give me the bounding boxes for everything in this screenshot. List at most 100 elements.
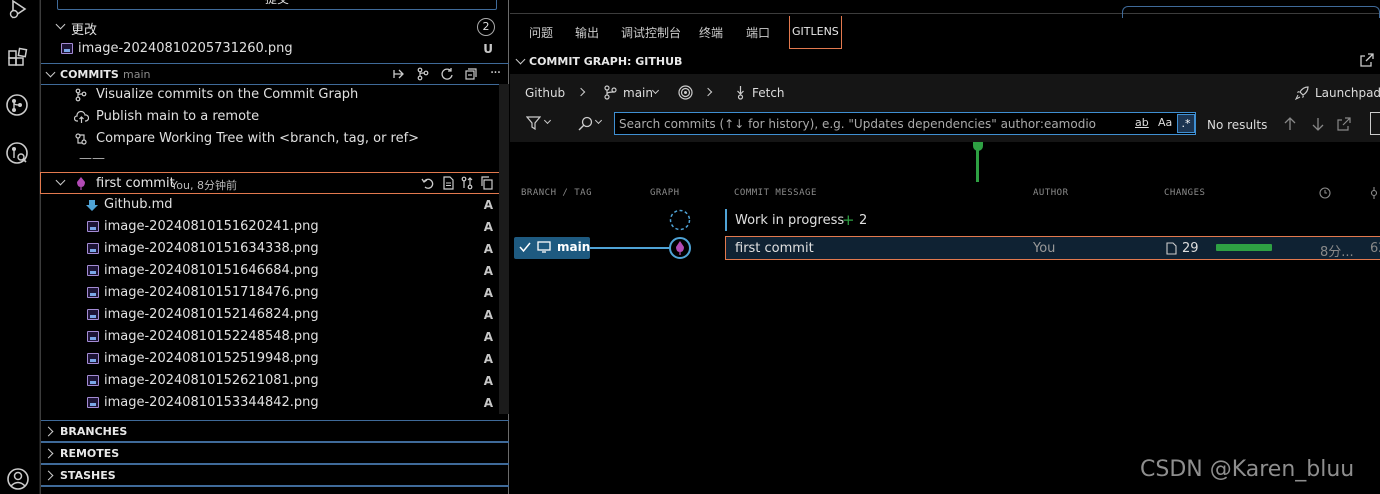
watermark: CSDN @Karen_bluu	[1140, 457, 1355, 482]
wip-row[interactable]: Work in progress + 2	[510, 208, 1380, 232]
commit-graph-icon[interactable]	[415, 66, 431, 82]
search-input-box[interactable]: Search commits (↑↓ for history), e.g. "U…	[614, 112, 1196, 135]
tab-problems[interactable]: 问题	[529, 24, 553, 41]
row-sha: 62	[1370, 241, 1380, 256]
commit-graph-header[interactable]: COMMIT GRAPH: GITHUB	[510, 51, 1380, 71]
tab-ports[interactable]: 端口	[746, 24, 770, 41]
visualize-commits-action[interactable]: Visualize commits on the Commit Graph	[41, 84, 509, 106]
toolbar-overflow-edge	[1370, 112, 1380, 135]
source-control-icon[interactable]	[4, 92, 30, 118]
changes-header[interactable]: 更改 2	[41, 16, 509, 38]
check-icon	[518, 240, 532, 254]
commit-file-row[interactable]: image-20240810151718476.png A	[41, 282, 509, 304]
account-icon[interactable]	[5, 466, 31, 492]
commit-file-row[interactable]: image-20240810151634338.png A	[41, 238, 509, 260]
more-actions-icon[interactable]: ···	[487, 65, 503, 81]
action-label: Visualize commits on the Commit Graph	[96, 87, 359, 102]
image-file-icon	[87, 265, 99, 276]
commit-node-icon	[669, 237, 691, 259]
open-in-editor-icon[interactable]	[1359, 52, 1375, 68]
refresh-icon[interactable]	[439, 66, 455, 82]
arrow-up-icon[interactable]	[1282, 116, 1298, 132]
revert-icon[interactable]	[419, 175, 435, 191]
editor-widget-edge	[1122, 6, 1380, 18]
search-input[interactable]: Search commits (↑↓ for history), e.g. "U…	[619, 117, 1096, 131]
branch-pill-label: main	[557, 240, 591, 254]
commit-file-row[interactable]: image-20240810152146824.png A	[41, 304, 509, 326]
separator: ——	[41, 150, 509, 172]
commit-file-row[interactable]: Github.md A	[41, 194, 509, 216]
separator-text: ——	[79, 151, 105, 166]
tab-output[interactable]: 输出	[575, 24, 599, 41]
col-author[interactable]: AUTHOR	[1033, 188, 1069, 198]
commit-button[interactable]: 提交	[57, 0, 497, 10]
compare-commit-icon[interactable]	[459, 175, 475, 191]
stashes-section-header[interactable]: STASHES	[41, 464, 509, 486]
graph-toolbar: Github main Fetch Launchpad Search commi…	[510, 74, 1380, 142]
minimap-marker	[976, 146, 979, 182]
file-name: image-20240810152621081.png	[104, 373, 319, 388]
commit-row-main[interactable]: main first commit You 29 8分... 62	[510, 236, 1380, 260]
file-name: image-20240810152519948.png	[104, 351, 319, 366]
commit-row-first-commit[interactable]: first commit You, 8分钟前	[40, 172, 508, 194]
match-case-toggle[interactable]: Aa	[1158, 116, 1172, 129]
remotes-section-header[interactable]: REMOTES	[41, 442, 509, 464]
fetch-button[interactable]: Fetch	[752, 86, 785, 100]
launchpad-button[interactable]: Launchpad	[1315, 86, 1380, 100]
compare-working-tree-action[interactable]: Compare Working Tree with <branch, tag, …	[41, 128, 509, 150]
run-debug-icon[interactable]	[6, 0, 32, 22]
col-graph[interactable]: GRAPH	[650, 188, 680, 198]
switch-branch-icon[interactable]	[391, 66, 407, 82]
open-file-icon[interactable]	[440, 175, 456, 191]
commit-avatar-icon	[74, 176, 88, 190]
commit-sha-icon[interactable]	[1368, 186, 1380, 200]
match-whole-word-toggle[interactable]: ab	[1135, 116, 1149, 129]
image-file-icon	[87, 375, 99, 386]
remotes-title: REMOTES	[60, 447, 120, 460]
scrollbar[interactable]	[499, 84, 509, 414]
image-file-icon	[87, 331, 99, 342]
branch-selector[interactable]: main	[623, 86, 653, 100]
commit-meta: You, 8分钟前	[171, 179, 237, 192]
file-status: A	[483, 396, 493, 410]
filter-icon[interactable]	[525, 115, 541, 131]
regex-toggle[interactable]: .*	[1177, 114, 1195, 133]
changes-bar	[1216, 244, 1272, 251]
tab-gitlens[interactable]: GITLENS	[789, 16, 842, 49]
extensions-icon[interactable]	[5, 46, 31, 72]
clock-icon[interactable]	[1318, 186, 1332, 200]
chevron-down-icon	[651, 86, 660, 95]
search-icon[interactable]	[577, 115, 593, 131]
file-name: image-20240810153344842.png	[104, 395, 319, 410]
commit-file-row[interactable]: image-20240810152248548.png A	[41, 326, 509, 348]
collapse-all-icon[interactable]	[463, 66, 479, 82]
commit-file-row[interactable]: image-20240810151620241.png A	[41, 216, 509, 238]
col-branch-tag[interactable]: BRANCH / TAG	[521, 188, 592, 198]
chevron-down-icon	[543, 116, 552, 125]
changes-file-row[interactable]: image-20240810205731260.png U	[41, 38, 509, 60]
tab-terminal[interactable]: 终端	[699, 24, 723, 41]
file-name: image-20240810205731260.png	[78, 41, 293, 56]
commits-title: COMMITS	[60, 68, 119, 81]
open-results-icon[interactable]	[1336, 116, 1352, 132]
remote-target-icon[interactable]	[677, 84, 693, 100]
commit-file-row[interactable]: image-20240810151646684.png A	[41, 260, 509, 282]
row-author: You	[1033, 241, 1056, 256]
branch-pill[interactable]: main	[514, 237, 590, 259]
arrow-down-icon[interactable]	[1310, 116, 1326, 132]
commit-file-row[interactable]: image-20240810152519948.png A	[41, 348, 509, 370]
repo-selector[interactable]: Github	[525, 86, 565, 100]
commits-section-header[interactable]: COMMITS main ···	[41, 63, 509, 85]
branches-section-header[interactable]: BRANCHES	[41, 420, 509, 442]
publish-branch-action[interactable]: Publish main to a remote	[41, 106, 509, 128]
col-commit-message[interactable]: COMMIT MESSAGE	[734, 188, 817, 198]
row-date: 8分...	[1320, 245, 1354, 260]
gitlens-inspect-icon[interactable]	[4, 140, 30, 166]
image-file-icon	[87, 353, 99, 364]
copy-sha-icon[interactable]	[479, 175, 495, 191]
wip-count: 2	[859, 213, 868, 228]
commit-file-row[interactable]: image-20240810152621081.png A	[41, 370, 509, 392]
commit-file-row[interactable]: image-20240810153344842.png A	[41, 392, 509, 414]
tab-debug-console[interactable]: 调试控制台	[621, 24, 681, 41]
col-changes[interactable]: CHANGES	[1164, 188, 1205, 198]
